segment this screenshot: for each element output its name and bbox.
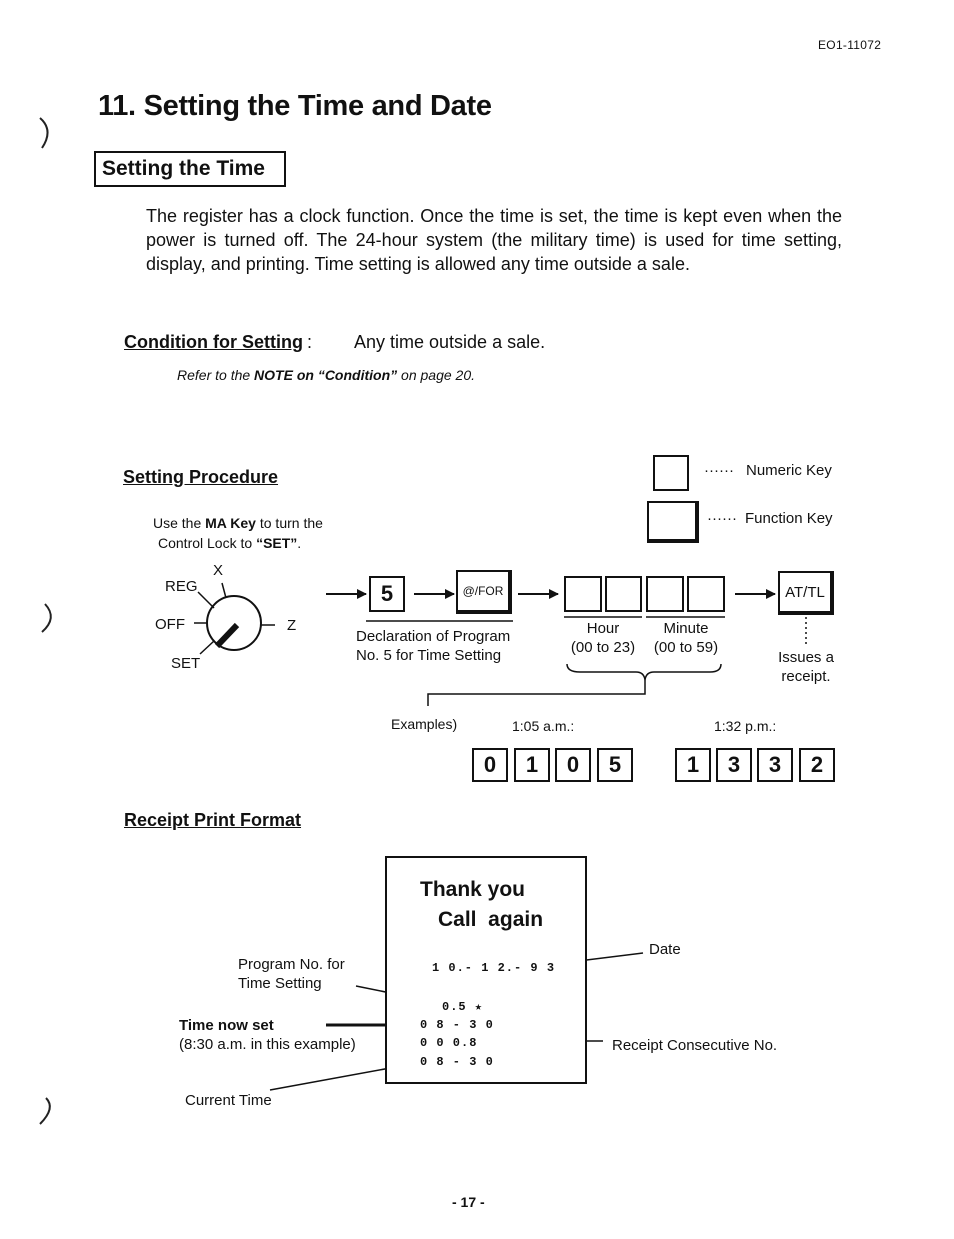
instr-2a: Control Lock to	[158, 535, 257, 551]
minute-digit-2	[687, 576, 725, 612]
instruction-line-2: Control Lock to “SET”.	[153, 533, 323, 553]
brace	[566, 663, 722, 681]
example-2-digit: 3	[757, 748, 793, 782]
minute-range: (00 to 59)	[653, 639, 719, 656]
example-1-digit: 0	[555, 748, 591, 782]
binder-mark	[39, 1097, 51, 1125]
condition-value: Any time outside a sale.	[354, 332, 546, 352]
minute-label-text: Minute	[663, 620, 709, 637]
minute-label: Minute (00 to 59)	[644, 619, 728, 657]
example-2-label: 1:32 p.m.:	[714, 718, 777, 734]
receipt-program-no: 0.5 ★	[442, 1000, 484, 1014]
example-2-digit: 2	[799, 748, 835, 782]
issues-receipt-label: Issues a receipt.	[768, 648, 844, 686]
intro-paragraph: The register has a clock function. Once …	[146, 206, 842, 274]
page-number: - 17 -	[452, 1194, 485, 1210]
function-key-legend-icon	[647, 501, 699, 543]
setting-procedure-heading: Setting Procedure	[123, 467, 279, 487]
example-1-digit: 5	[597, 748, 633, 782]
example-1-label: 1:05 a.m.:	[512, 718, 575, 734]
lock-position-set: SET	[171, 655, 201, 672]
note-suffix: on page 20.	[397, 367, 475, 383]
lock-position-z: Z	[287, 617, 297, 634]
example-1-digit: 0	[472, 748, 508, 782]
note-prefix: Refer to the	[177, 367, 255, 383]
lock-position-off: OFF	[155, 616, 185, 633]
example-2-digit: 1	[675, 748, 711, 782]
hour-digit-1	[564, 576, 602, 612]
numeric-key-legend-icon	[653, 455, 689, 491]
instruction-text: Use the MA Key to turn the Control Lock …	[153, 513, 323, 553]
program-no-line-1: Program No. for	[238, 956, 345, 973]
document-id: EO1-11072	[818, 38, 882, 52]
issues-line-2: receipt.	[781, 668, 831, 685]
instruction-line-1: Use the MA Key to turn the	[153, 513, 323, 533]
numeric-key-dots: ······	[704, 462, 734, 479]
key-at-tl: AT/TL	[778, 571, 834, 615]
condition-colon: :	[307, 332, 313, 352]
example-1-digit: 1	[514, 748, 550, 782]
hour-digit-2	[605, 576, 642, 612]
hour-range: (00 to 23)	[570, 639, 636, 656]
program-no-line-2: Time Setting	[238, 975, 322, 992]
example-2-digit: 3	[716, 748, 752, 782]
receipt-call-again: Call again	[438, 908, 544, 931]
callout-current-time-label: Current Time	[185, 1092, 272, 1109]
issues-line-1: Issues a	[778, 649, 834, 666]
function-key-dots: ······	[707, 510, 737, 527]
binder-mark	[41, 603, 52, 633]
key-5: 5	[369, 576, 405, 612]
condition-label: Condition for Setting	[124, 332, 303, 353]
lock-position-reg: REG	[165, 578, 198, 595]
instr-1c: to turn the	[255, 515, 323, 531]
callout-program-no-label: Program No. for Time Setting	[238, 955, 345, 993]
receipt-thank-you: Thank you	[420, 878, 526, 901]
declaration-line-1: Declaration of Program	[356, 628, 511, 645]
time-now-set-note: (8:30 a.m. in this example)	[179, 1036, 356, 1053]
hour-label: Hour (00 to 23)	[562, 619, 644, 657]
condition-label-text: Condition for Setting	[124, 332, 303, 352]
minute-digit-1	[646, 576, 684, 612]
page-title: 11. Setting the Time and Date	[98, 90, 492, 122]
receipt-current-time: 0 8 - 3 0	[420, 1055, 494, 1069]
callout-time-now-set-label: Time now set (8:30 a.m. in this example)	[179, 1016, 356, 1054]
examples-label: Examples)	[391, 716, 458, 732]
section-title: Setting the Time	[94, 151, 286, 187]
control-lock-dial	[194, 582, 275, 655]
receipt-time-set: 0 8 - 3 0	[420, 1018, 494, 1032]
declaration-label: Declaration of Program No. 5 for Time Se…	[356, 627, 510, 665]
binder-mark	[39, 117, 49, 149]
time-now-set-text: Time now set	[179, 1017, 274, 1034]
callout-consecutive-no-label: Receipt Consecutive No.	[612, 1037, 778, 1054]
receipt-date: 1 0.- 1 2.- 9 3	[432, 961, 556, 975]
declaration-line-2: No. 5 for Time Setting	[356, 647, 502, 664]
receipt-print-format-heading: Receipt Print Format	[124, 810, 302, 830]
instr-1b: MA Key	[205, 515, 256, 531]
receipt-consecutive-no: 0 0 0.8	[420, 1036, 478, 1050]
condition-note: Refer to the NOTE on “Condition” on page…	[177, 367, 475, 383]
function-key-label: Function Key	[745, 510, 833, 527]
instr-2c: .	[297, 535, 302, 551]
numeric-key-label: Numeric Key	[746, 462, 832, 479]
callout-date-label: Date	[649, 941, 681, 958]
key-at-for: @/FOR	[456, 570, 512, 614]
hour-label-text: Hour	[586, 620, 620, 637]
lock-position-x: X	[213, 562, 224, 579]
note-bold: NOTE on “Condition”	[254, 367, 398, 383]
instr-1a: Use the	[153, 515, 206, 531]
instr-2b: “SET”	[256, 535, 298, 551]
